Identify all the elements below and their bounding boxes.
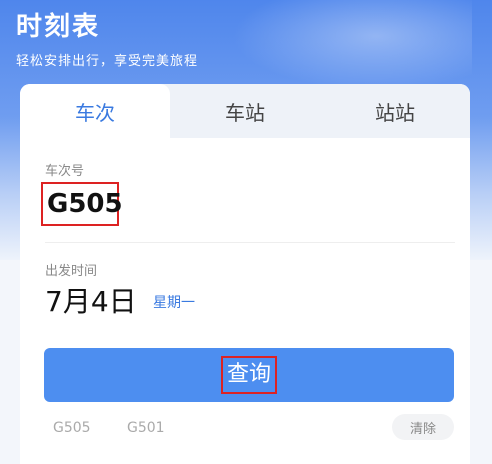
query-button[interactable]: 查询 [44,348,454,402]
query-button-label: 查询 [220,356,277,394]
search-card: 车次 车站 站站 车次号 G505 出发时间 7月4日 星期一 查询 G505 … [20,84,470,464]
tab-train-number[interactable]: 车次 [20,84,170,138]
departure-weekday: 星期一 [153,295,195,311]
banner-decoration [232,0,472,90]
departure-time-label: 出发时间 [45,264,98,279]
divider [45,242,455,243]
train-number-label: 车次号 [45,164,85,179]
history-item-g505[interactable]: G505 [53,420,91,436]
departure-date[interactable]: 7月4日 [45,280,137,320]
search-tabs: 车次 车站 站站 [20,84,470,138]
tab-station-to-station[interactable]: 站站 [320,84,470,138]
history-item-g501[interactable]: G501 [127,420,165,436]
page-subtitle: 轻松安排出行，享受完美旅程 [16,54,199,69]
page-title: 时刻表 [16,12,101,42]
train-number-input[interactable]: G505 [41,182,123,226]
clear-history-button[interactable]: 清除 [392,414,454,440]
tab-station[interactable]: 车站 [170,84,320,138]
